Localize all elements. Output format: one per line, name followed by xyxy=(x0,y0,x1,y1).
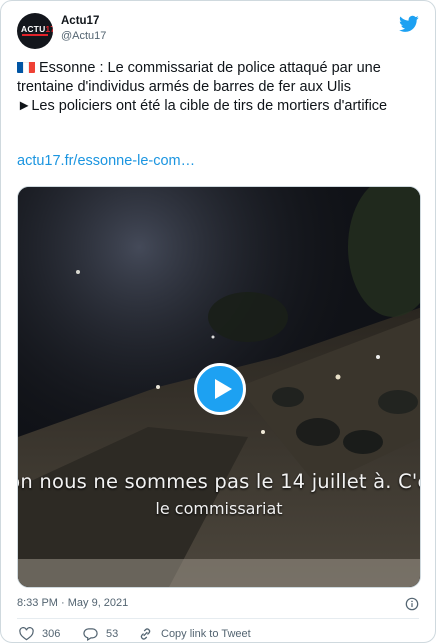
reply-button[interactable]: 53 xyxy=(83,627,118,641)
tweet-line-2: ►Les policiers ont été la cible de tirs … xyxy=(17,98,388,114)
heart-icon xyxy=(19,627,34,641)
divider xyxy=(17,618,419,619)
avatar[interactable]: ACTU17 xyxy=(17,13,53,49)
tweet-header: ACTU17 Actu17 @Actu17 xyxy=(17,13,419,53)
france-flag-icon xyxy=(17,61,35,73)
play-icon[interactable] xyxy=(194,363,246,415)
video-player[interactable]: on nous ne sommes pas le 14 juillet à. C… xyxy=(17,186,421,588)
reply-count: 53 xyxy=(106,628,119,640)
avatar-logo-underline xyxy=(22,34,48,36)
display-name[interactable]: Actu17 xyxy=(61,14,106,29)
link-icon xyxy=(140,628,151,640)
twitter-bird-icon[interactable] xyxy=(399,15,419,33)
copy-link-label: Copy link to Tweet xyxy=(161,628,251,640)
copy-link-button[interactable]: Copy link to Tweet xyxy=(138,627,251,641)
like-count: 306 xyxy=(42,628,61,640)
tweet-line-1: Essonne : Le commissariat de police atta… xyxy=(17,60,385,95)
info-icon[interactable] xyxy=(405,597,419,611)
author-names[interactable]: Actu17 @Actu17 xyxy=(61,14,106,44)
video-subtitle-line-1: on nous ne sommes pas le 14 juillet à. C… xyxy=(17,470,421,493)
tweet-card[interactable]: ACTU17 Actu17 @Actu17 Essonne : Le commi… xyxy=(0,0,436,643)
video-subtitle-line-2: le commissariat xyxy=(155,499,283,518)
article-link[interactable]: actu17.fr/essonne-le-com… xyxy=(17,153,195,169)
handle[interactable]: @Actu17 xyxy=(61,29,106,44)
reply-icon xyxy=(83,628,98,641)
avatar-logo: ACTU17 xyxy=(21,24,53,34)
like-button[interactable]: 306 xyxy=(19,627,60,641)
tweet-timestamp[interactable]: 8:33 PM · May 9, 2021 xyxy=(17,597,128,609)
tweet-text: Essonne : Le commissariat de police atta… xyxy=(17,59,417,116)
